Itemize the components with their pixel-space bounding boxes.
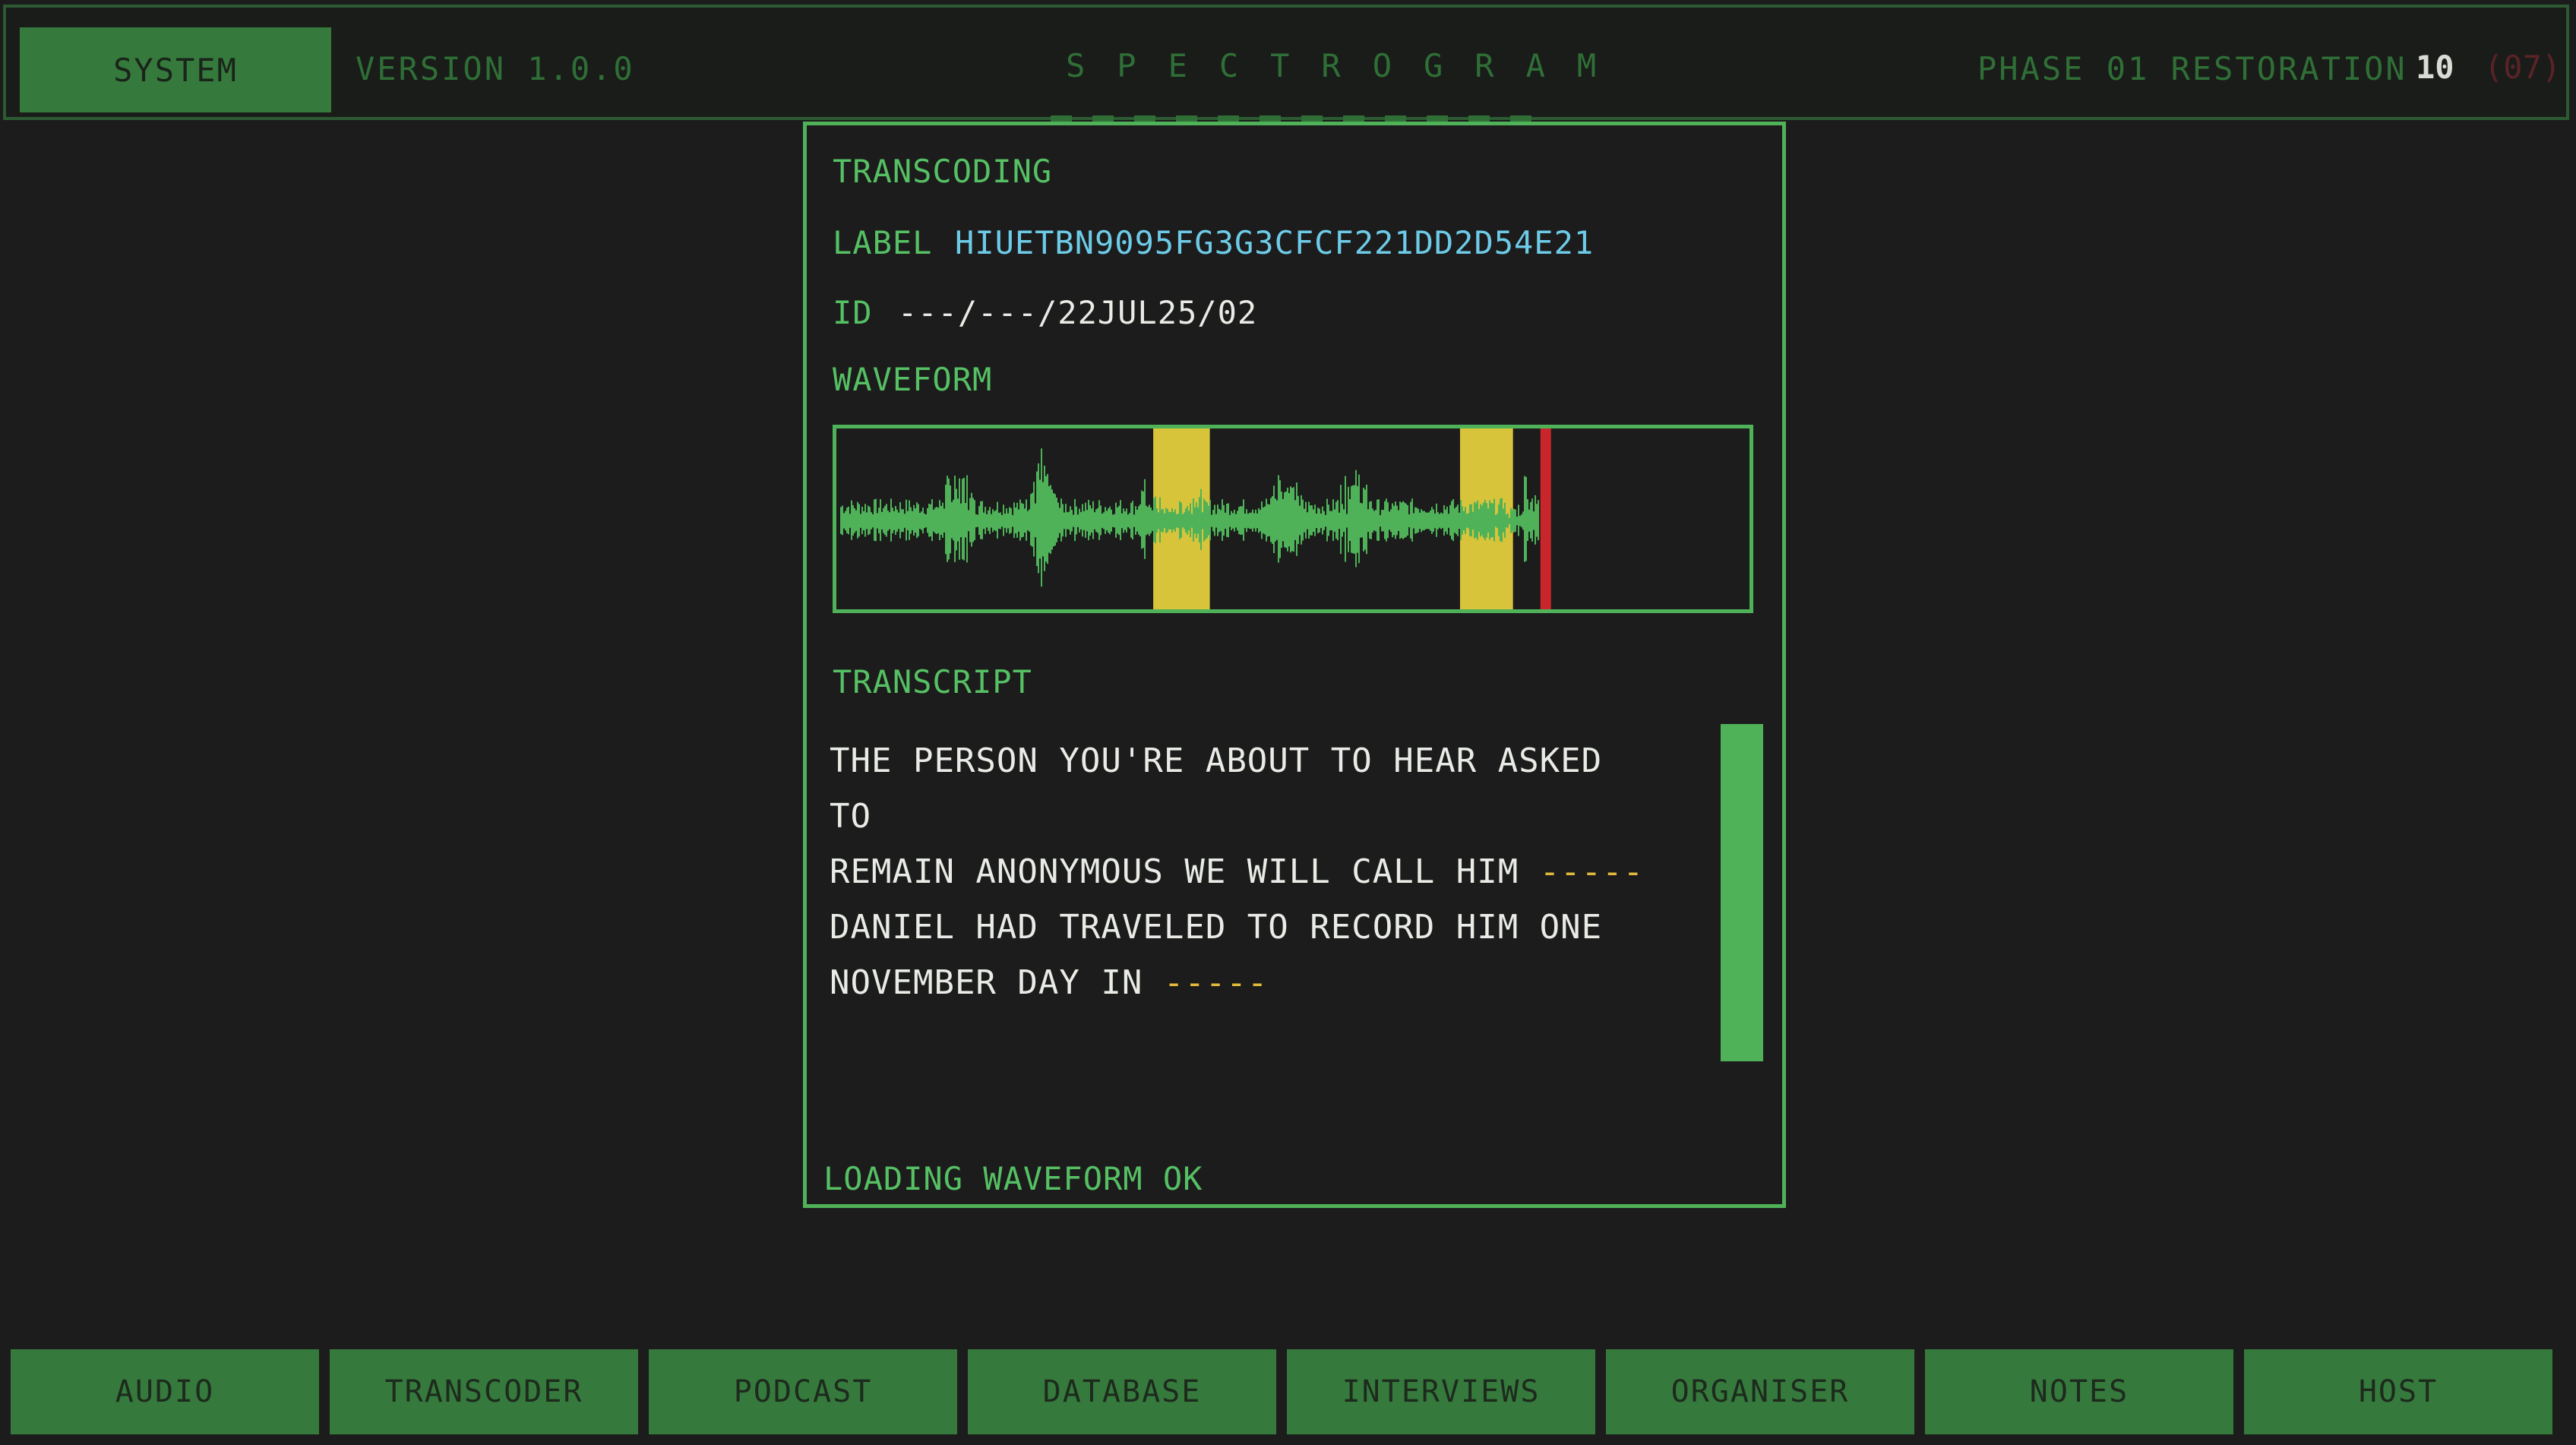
phase-count: 10: [2416, 49, 2454, 86]
status-message: LOADING WAVEFORM OK: [823, 1160, 1203, 1197]
playhead-marker: [1540, 428, 1551, 609]
label-key: LABEL: [833, 224, 933, 261]
app-title: SPECTROGRAM: [1066, 47, 1629, 84]
phase-label: PHASE 01 RESTORATION: [1977, 50, 2407, 87]
id-value: ---/---/22JUL25/02: [898, 294, 1258, 331]
tab-podcast[interactable]: PODCAST: [649, 1349, 957, 1434]
waveform-display[interactable]: [833, 425, 1753, 613]
phase-count-extra: (07): [2484, 49, 2562, 86]
tab-host[interactable]: HOST: [2244, 1349, 2552, 1434]
version-label: VERSION 1.0.0: [356, 50, 635, 87]
tab-notes[interactable]: NOTES: [1925, 1349, 2233, 1434]
tab-interviews[interactable]: INTERVIEWS: [1287, 1349, 1595, 1434]
tab-organiser[interactable]: ORGANISER: [1606, 1349, 1914, 1434]
transcript-line: THE PERSON YOU'RE ABOUT TO HEAR ASKED TO: [830, 741, 1603, 836]
redaction: -----: [1539, 852, 1645, 891]
transcript-line: NOVEMBER DAY IN -----: [830, 963, 1269, 1002]
label-value: HIUETBN9095FG3G3CFCF221DD2D54E21: [955, 224, 1595, 261]
transcoding-panel: TRANSCODING LABEL HIUETBN9095FG3G3CFCF22…: [803, 122, 1786, 1208]
waveform-title: WAVEFORM: [833, 361, 993, 398]
transcript-title: TRANSCRIPT: [833, 663, 1032, 700]
transcript-line: REMAIN ANONYMOUS WE WILL CALL HIM -----: [830, 852, 1645, 891]
tab-database[interactable]: DATABASE: [968, 1349, 1276, 1434]
bottom-tab-bar: AUDIO TRANSCODER PODCAST DATABASE INTERV…: [11, 1349, 2571, 1434]
transcoding-title: TRANSCODING: [833, 153, 1053, 190]
redaction: -----: [1163, 963, 1269, 1002]
tab-transcoder[interactable]: TRANSCODER: [330, 1349, 638, 1434]
id-key: ID: [833, 294, 873, 331]
tab-audio[interactable]: AUDIO: [11, 1349, 319, 1434]
transcript-line: DANIEL HAD TRAVELED TO RECORD HIM ONE: [830, 908, 1603, 947]
transcript-scrollbar[interactable]: [1721, 724, 1763, 1061]
transcript-text: THE PERSON YOU'RE ABOUT TO HEAR ASKED TO…: [830, 733, 1658, 1010]
system-button[interactable]: SYSTEM: [20, 27, 331, 112]
top-bar: SYSTEM VERSION 1.0.0 SPECTROGRAM PHASE 0…: [3, 5, 2569, 126]
waveform-graphic: [840, 428, 1551, 609]
